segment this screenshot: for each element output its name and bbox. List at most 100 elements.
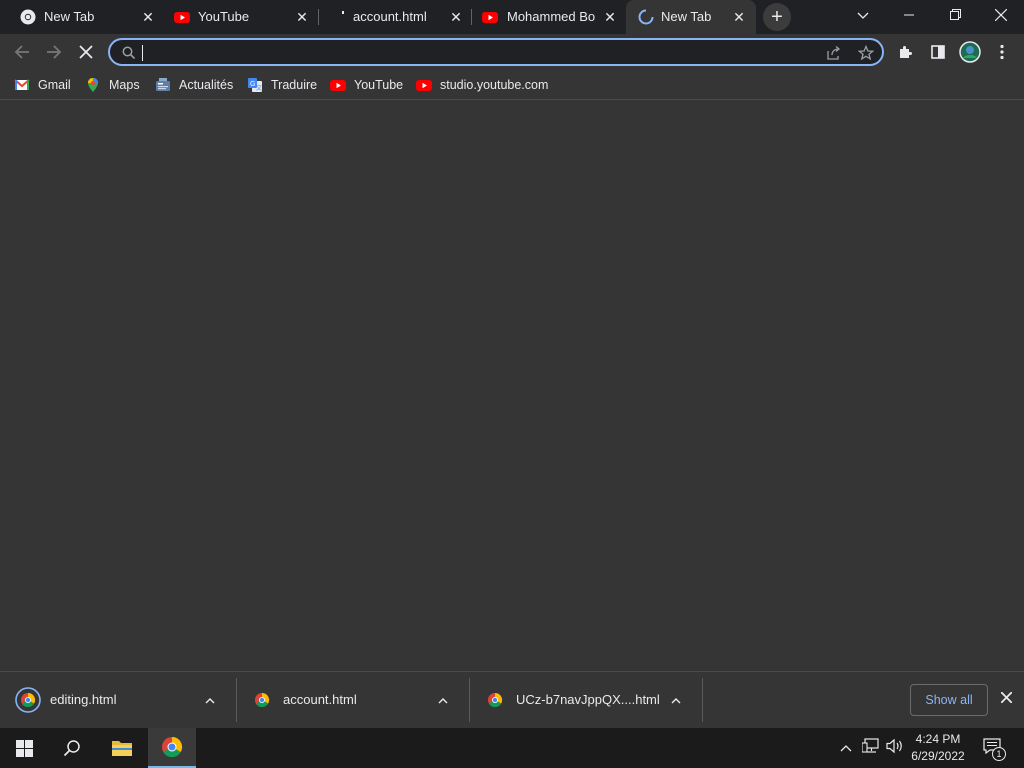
download-menu-button[interactable]	[666, 690, 686, 710]
address-bar[interactable]	[108, 38, 884, 66]
clock-date: 6/29/2022	[911, 749, 965, 763]
chevron-down-icon	[857, 12, 869, 19]
bookmark-actualites[interactable]: Actualités	[155, 75, 233, 95]
loading-spinner-icon	[638, 9, 654, 25]
start-button[interactable]	[0, 728, 48, 768]
chevron-up-icon	[205, 698, 215, 704]
minimize-button[interactable]	[886, 0, 932, 30]
text-caret	[142, 45, 143, 61]
search-icon	[63, 740, 80, 757]
tab-title: Mohammed Bou	[507, 9, 595, 24]
youtube-icon	[416, 80, 432, 91]
bookmark-gmail[interactable]: Gmail	[14, 75, 71, 95]
download-separator	[702, 678, 703, 722]
downloads-shelf: editing.html account.html UCz-b7navJppQX…	[0, 671, 1024, 728]
minimize-icon	[904, 14, 914, 16]
chrome-window: New Tab ✕ YouTube ✕ account.html ✕ Moham…	[0, 0, 1024, 768]
more-vert-icon	[1000, 44, 1004, 60]
chrome-file-icon	[15, 687, 41, 713]
volume-button[interactable]	[885, 738, 905, 758]
back-button[interactable]	[10, 40, 34, 64]
extensions-button[interactable]	[894, 40, 918, 64]
show-hidden-icons-button[interactable]	[836, 738, 856, 758]
show-all-button[interactable]: Show all	[910, 684, 988, 716]
address-input[interactable]	[142, 43, 802, 63]
bookmark-maps[interactable]: Maps	[85, 75, 140, 95]
plus-icon: +	[771, 6, 783, 28]
restore-button[interactable]	[932, 0, 978, 30]
tab-title: New Tab	[44, 9, 95, 24]
bookmark-traduire[interactable]: G文 Traduire	[247, 75, 317, 95]
close-icon[interactable]: ✕	[731, 9, 747, 25]
chevron-up-icon	[671, 698, 681, 704]
download-item[interactable]: editing.html	[2, 678, 234, 722]
translate-icon: G文	[248, 78, 262, 92]
close-icon[interactable]: ✕	[140, 9, 156, 25]
bookmark-studio-youtube[interactable]: studio.youtube.com	[416, 75, 548, 95]
bookmark-youtube[interactable]: YouTube	[330, 75, 403, 95]
bookmark-label: YouTube	[354, 78, 404, 92]
speaker-icon	[886, 738, 902, 754]
arrow-left-icon	[14, 45, 29, 59]
news-icon	[156, 78, 170, 91]
svg-text:文: 文	[256, 84, 262, 92]
download-filename: UCz-b7navJppQX....html	[516, 692, 660, 707]
window-close-button[interactable]	[978, 0, 1024, 30]
new-tab-button[interactable]: +	[763, 3, 791, 31]
clock[interactable]: 4:24 PM 6/29/2022	[906, 731, 970, 765]
tab-new-tab-active[interactable]: New Tab ✕	[626, 0, 756, 34]
search-button[interactable]	[48, 728, 96, 768]
gmail-icon	[14, 79, 30, 90]
forward-button[interactable]	[42, 40, 66, 64]
download-menu-button[interactable]	[200, 690, 220, 710]
network-icon	[861, 738, 879, 753]
stop-button[interactable]	[74, 40, 98, 64]
close-shelf-button[interactable]	[996, 689, 1016, 709]
network-button[interactable]	[861, 738, 881, 758]
tab-strip: New Tab ✕ YouTube ✕ account.html ✕ Moham…	[0, 0, 1024, 34]
tab-search-button[interactable]	[840, 0, 886, 30]
close-icon[interactable]: ✕	[602, 9, 618, 25]
download-filename: account.html	[283, 692, 357, 707]
tab-youtube[interactable]: YouTube ✕	[160, 0, 318, 34]
folder-icon	[112, 741, 132, 756]
windows-taskbar: 4:24 PM 6/29/2022 1	[0, 728, 1024, 768]
bookmark-label: Traduire	[271, 78, 318, 92]
menu-button[interactable]	[990, 40, 1014, 64]
side-panel-button[interactable]	[926, 40, 950, 64]
download-item[interactable]: account.html	[235, 678, 467, 722]
side-panel-icon	[931, 45, 945, 59]
chevron-up-icon	[438, 698, 448, 704]
close-icon	[994, 8, 1008, 22]
notification-badge: 1	[992, 747, 1006, 761]
file-explorer-button[interactable]	[98, 728, 146, 768]
page-content	[0, 101, 1024, 671]
download-filename: editing.html	[50, 692, 117, 707]
chrome-file-icon	[488, 692, 503, 708]
tab-new-tab-1[interactable]: New Tab ✕	[0, 0, 160, 34]
maps-icon	[88, 78, 98, 92]
tab-account-html[interactable]: account.html ✕	[319, 0, 471, 34]
download-item[interactable]: UCz-b7navJppQX....html	[468, 678, 700, 722]
download-menu-button[interactable]	[433, 690, 453, 710]
close-icon	[999, 691, 1013, 704]
tab-mohammed[interactable]: Mohammed Bou ✕	[472, 0, 624, 34]
bookmark-star-icon[interactable]	[858, 45, 874, 61]
tab-title: New Tab	[661, 9, 712, 24]
puzzle-icon	[900, 46, 912, 58]
avatar	[959, 41, 981, 63]
chrome-taskbar-button[interactable]	[148, 728, 196, 768]
stop-icon	[79, 45, 93, 59]
arrow-right-icon	[47, 45, 62, 59]
profile-button[interactable]	[958, 40, 982, 64]
chrome-icon	[162, 736, 183, 758]
windows-logo-icon	[15, 739, 33, 757]
close-icon[interactable]: ✕	[294, 9, 310, 25]
youtube-icon	[330, 80, 346, 91]
close-icon[interactable]: ✕	[448, 9, 464, 25]
bookmarks-bar: Gmail Maps Actualités G文 Traduire YouTub…	[0, 70, 1024, 100]
chevron-up-icon	[840, 745, 852, 752]
share-icon[interactable]	[826, 45, 842, 61]
svg-text:G: G	[250, 81, 255, 88]
search-icon	[122, 46, 136, 60]
